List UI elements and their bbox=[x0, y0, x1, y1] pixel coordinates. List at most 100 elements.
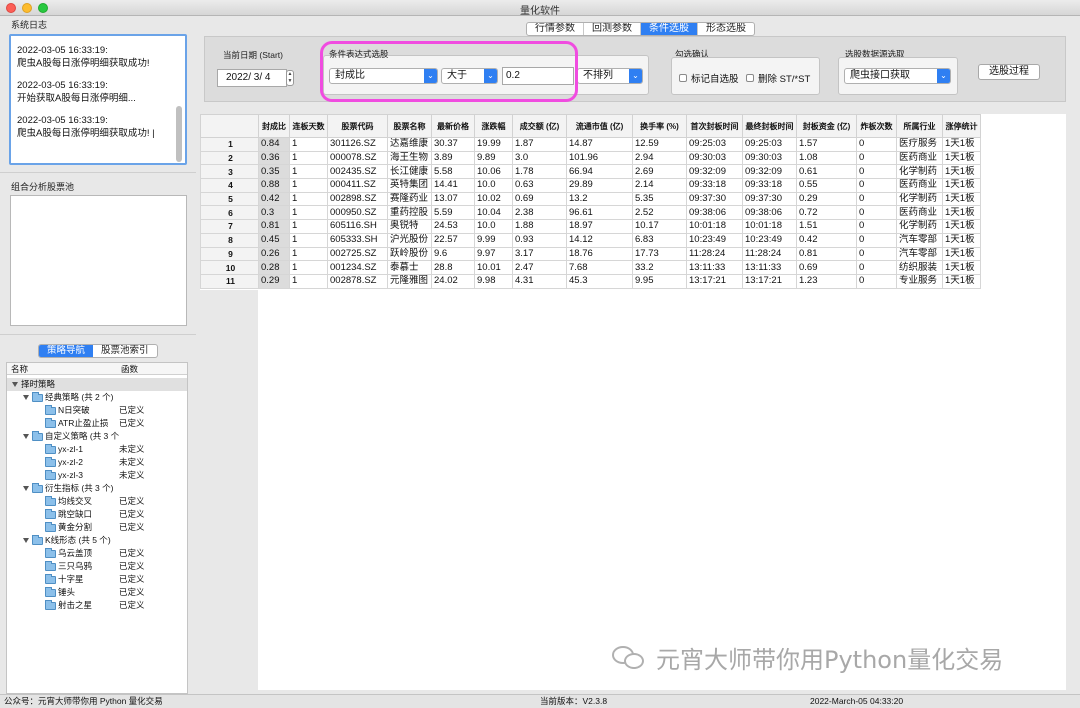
column-header[interactable]: 首次封板时间 bbox=[686, 114, 743, 138]
table-cell[interactable]: 元隆雅图 bbox=[387, 273, 432, 289]
tab-market-params[interactable]: 行情参数 bbox=[527, 23, 584, 35]
table-cell[interactable]: 10.06 bbox=[474, 164, 513, 180]
table-cell[interactable]: 09:30:03 bbox=[686, 150, 743, 166]
column-header[interactable]: 封板资金 (亿) bbox=[796, 114, 857, 138]
table-cell[interactable]: 29.89 bbox=[566, 178, 633, 193]
table-cell[interactable]: 14.41 bbox=[431, 178, 475, 193]
table-cell[interactable]: 1天1板 bbox=[942, 178, 981, 193]
table-cell[interactable]: 0.28 bbox=[258, 260, 290, 275]
table-row[interactable]: 7 0.81 1 605116.SH 奥锐特 24.53 10.0 1.88 18.97 10.1… bbox=[200, 219, 981, 234]
table-cell[interactable]: 海王生物 bbox=[387, 150, 432, 166]
table-cell[interactable]: 10:01:18 bbox=[686, 219, 743, 234]
table-cell[interactable]: 13:11:33 bbox=[686, 260, 743, 275]
table-cell[interactable]: 0.63 bbox=[512, 178, 567, 193]
table-cell[interactable]: 1天1板 bbox=[942, 191, 981, 207]
tab-backtest-params[interactable]: 回测参数 bbox=[584, 23, 641, 35]
table-cell[interactable]: 33.2 bbox=[632, 260, 687, 275]
tree-root[interactable]: 择时策略 bbox=[7, 378, 187, 391]
tree-item[interactable]: 三只乌鸦 bbox=[45, 560, 92, 573]
table-cell[interactable]: 1 bbox=[289, 273, 328, 289]
tree-item[interactable]: ATR止盈止损 bbox=[45, 417, 108, 430]
disclosure-triangle-icon[interactable] bbox=[23, 434, 29, 439]
table-cell[interactable]: 1天1板 bbox=[942, 246, 981, 262]
table-cell[interactable]: 0 bbox=[856, 219, 897, 234]
table-cell[interactable]: 1天1板 bbox=[942, 232, 981, 248]
table-cell[interactable]: 0.35 bbox=[258, 164, 290, 180]
table-cell[interactable]: 0.81 bbox=[258, 219, 290, 234]
tab-pattern-select[interactable]: 形态选股 bbox=[698, 23, 754, 35]
table-cell[interactable]: 09:30:03 bbox=[742, 150, 797, 166]
tab-condition-select[interactable]: 条件选股 bbox=[641, 23, 698, 35]
table-cell[interactable]: 2.52 bbox=[632, 205, 687, 221]
table-cell[interactable]: 22.57 bbox=[431, 232, 475, 248]
table-cell[interactable]: 化学制药 bbox=[896, 219, 943, 234]
table-row[interactable]: 3 0.35 1 002435.SZ 长江健康 5.58 10.06 1.78 66.94 2.6… bbox=[200, 164, 981, 180]
table-cell[interactable]: 奥锐特 bbox=[387, 219, 432, 234]
table-cell[interactable]: 10.01 bbox=[474, 260, 513, 275]
sort-select[interactable]: 不排列 ⌄ bbox=[577, 68, 643, 84]
column-header[interactable]: 封成比 bbox=[258, 114, 290, 138]
table-cell[interactable]: 19.99 bbox=[474, 137, 513, 152]
table-cell[interactable]: 96.61 bbox=[566, 205, 633, 221]
table-cell[interactable]: 10.0 bbox=[474, 178, 513, 193]
table-cell[interactable]: 0.84 bbox=[258, 137, 290, 152]
table-cell[interactable]: 3.0 bbox=[512, 150, 567, 166]
table-cell[interactable]: 1 bbox=[289, 260, 328, 275]
table-cell[interactable]: 化学制药 bbox=[896, 164, 943, 180]
table-cell[interactable]: 0.61 bbox=[796, 164, 857, 180]
table-cell[interactable]: 跃岭股份 bbox=[387, 246, 432, 262]
table-cell[interactable]: 0.72 bbox=[796, 205, 857, 221]
table-cell[interactable]: 5.35 bbox=[632, 191, 687, 207]
table-cell[interactable]: 汽车零部 bbox=[896, 246, 943, 262]
table-cell[interactable]: 0 bbox=[856, 164, 897, 180]
table-cell[interactable]: 0.55 bbox=[796, 178, 857, 193]
table-cell[interactable]: 5.58 bbox=[431, 164, 475, 180]
table-cell[interactable]: 09:32:09 bbox=[686, 164, 743, 180]
table-cell[interactable]: 10:01:18 bbox=[742, 219, 797, 234]
table-cell[interactable]: 66.94 bbox=[566, 164, 633, 180]
table-cell[interactable]: 1.78 bbox=[512, 164, 567, 180]
table-cell[interactable]: 0.36 bbox=[258, 150, 290, 166]
tree-group[interactable]: 经典策略 (共 2 个) bbox=[23, 391, 113, 404]
tab-stock-pool-index[interactable]: 股票池索引 bbox=[93, 345, 157, 357]
column-header[interactable]: 所属行业 bbox=[896, 114, 943, 138]
table-row[interactable]: 9 0.26 1 002725.SZ 跃岭股份 9.6 9.97 3.17 18.76 17.73… bbox=[200, 246, 981, 262]
tree-item[interactable]: yx-zl-1 bbox=[45, 443, 83, 456]
table-cell[interactable]: 000078.SZ bbox=[327, 150, 388, 166]
table-cell[interactable]: 0 bbox=[856, 273, 897, 289]
tab-strategy-nav[interactable]: 策略导航 bbox=[39, 345, 94, 357]
table-cell[interactable]: 14.87 bbox=[566, 137, 633, 152]
table-cell[interactable]: 1 bbox=[289, 219, 328, 234]
column-header[interactable]: 成交额 (亿) bbox=[512, 114, 567, 138]
table-cell[interactable]: 医药商业 bbox=[896, 150, 943, 166]
table-cell[interactable]: 13.07 bbox=[431, 191, 475, 207]
table-cell[interactable]: 医疗服务 bbox=[896, 137, 943, 152]
table-cell[interactable]: 09:37:30 bbox=[742, 191, 797, 207]
table-cell[interactable]: 605333.SH bbox=[327, 232, 388, 248]
disclosure-triangle-icon[interactable] bbox=[12, 382, 18, 387]
table-cell[interactable]: 17.73 bbox=[632, 246, 687, 262]
table-cell[interactable]: 09:33:18 bbox=[686, 178, 743, 193]
source-select[interactable]: 爬虫接口获取 ⌄ bbox=[844, 68, 951, 84]
table-row[interactable]: 8 0.45 1 605333.SH 沪光股份 22.57 9.99 0.93 14.12 6.8… bbox=[200, 232, 981, 248]
table-cell[interactable]: 重药控股 bbox=[387, 205, 432, 221]
table-cell[interactable]: 专业服务 bbox=[896, 273, 943, 289]
table-cell[interactable]: 13:17:21 bbox=[742, 273, 797, 289]
table-row[interactable]: 11 0.29 1 002878.SZ 元隆雅图 24.02 9.98 4.31 45.3 9.9… bbox=[200, 273, 981, 289]
column-header[interactable]: 股票代码 bbox=[327, 114, 388, 138]
table-row[interactable]: 10 0.28 1 001234.SZ 泰慕士 28.8 10.01 2.47 7.68 33.2… bbox=[200, 260, 981, 275]
table-cell[interactable]: 45.3 bbox=[566, 273, 633, 289]
run-selection-button[interactable]: 选股过程 bbox=[978, 64, 1040, 80]
table-cell[interactable]: 赛隆药业 bbox=[387, 191, 432, 207]
table-cell[interactable]: 10:23:49 bbox=[742, 232, 797, 248]
table-cell[interactable]: 纺织服装 bbox=[896, 260, 943, 275]
table-cell[interactable]: 10:23:49 bbox=[686, 232, 743, 248]
table-cell[interactable]: 1 bbox=[289, 191, 328, 207]
table-cell[interactable]: 6.83 bbox=[632, 232, 687, 248]
table-cell[interactable]: 2.47 bbox=[512, 260, 567, 275]
delete-st-checkbox[interactable]: 删除 ST/*ST bbox=[746, 71, 810, 85]
tree-item[interactable]: N日突破 bbox=[45, 404, 90, 417]
table-cell[interactable]: 0.81 bbox=[796, 246, 857, 262]
table-cell[interactable]: 沪光股份 bbox=[387, 232, 432, 248]
table-cell[interactable]: 13.2 bbox=[566, 191, 633, 207]
